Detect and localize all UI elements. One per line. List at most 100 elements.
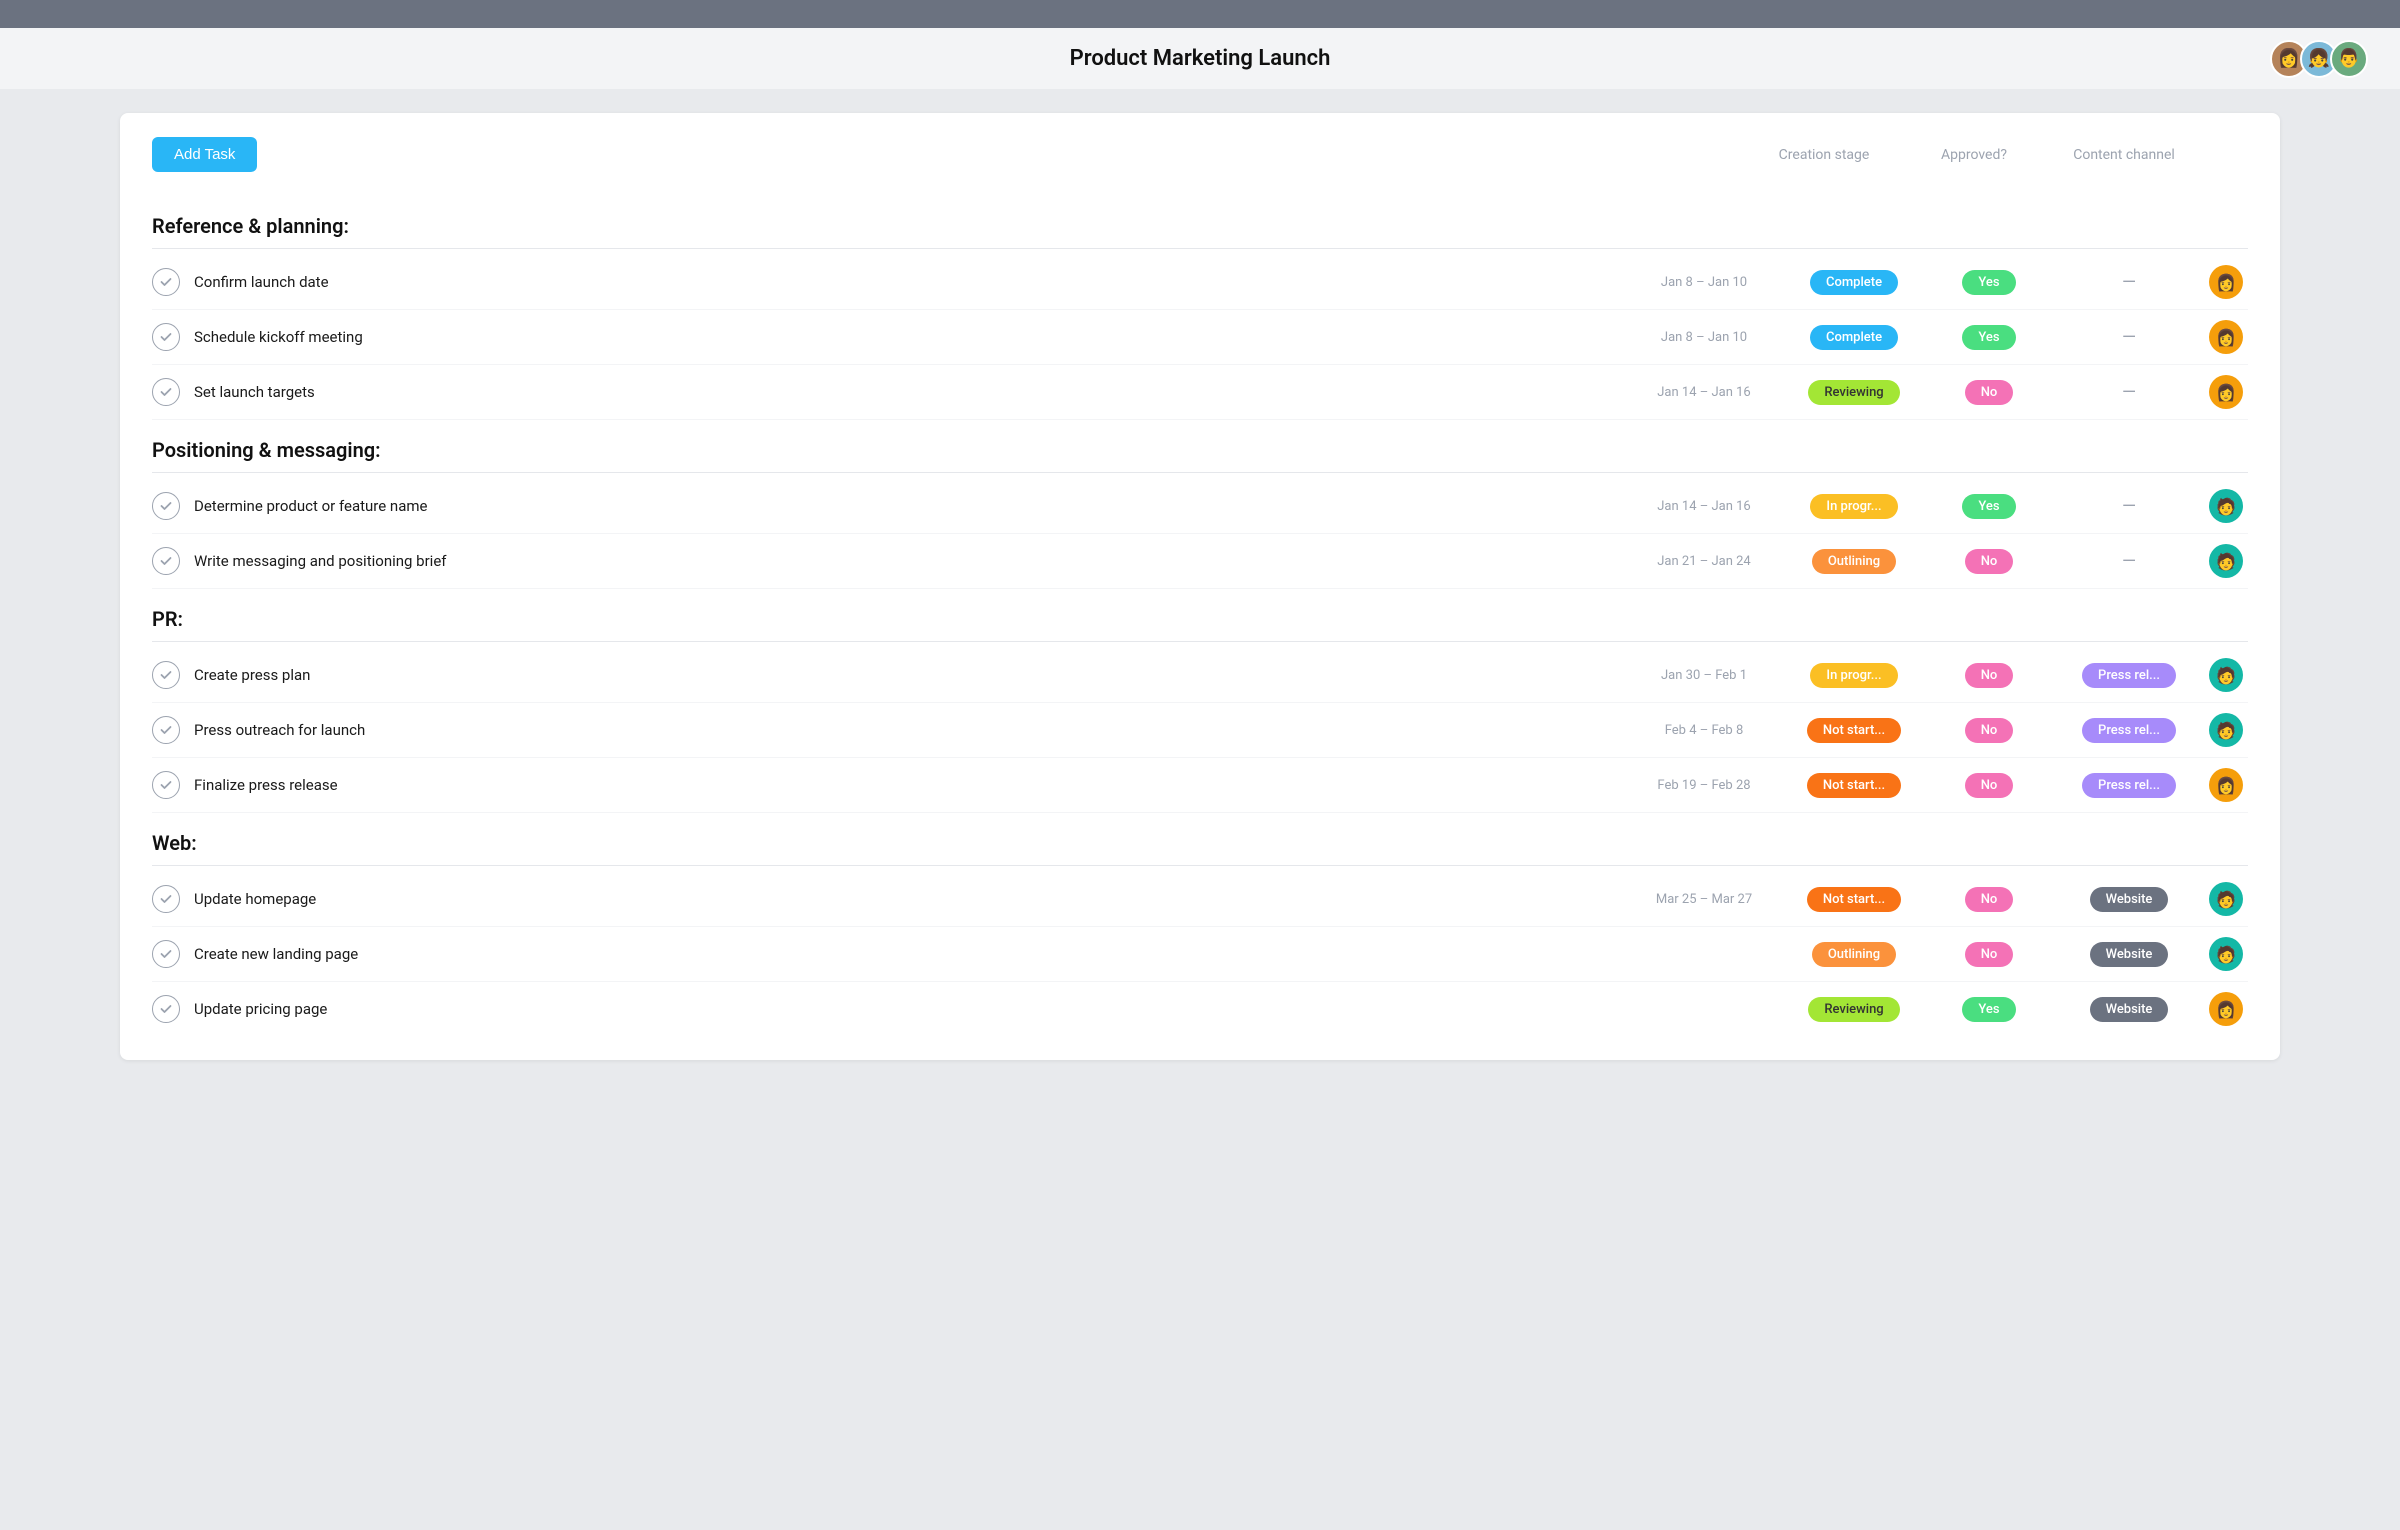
task-avatar[interactable]: 🧑	[2204, 544, 2248, 578]
channel-badge[interactable]: Website	[2090, 887, 2169, 912]
task-check-icon[interactable]	[152, 661, 180, 689]
task-approved[interactable]: No	[1924, 887, 2054, 912]
avatar[interactable]: 🧑	[2209, 489, 2243, 523]
channel-badge[interactable]: Website	[2090, 997, 2169, 1022]
approved-badge[interactable]: No	[1965, 663, 2014, 688]
task-row[interactable]: Create new landing pageOutliningNoWebsit…	[152, 927, 2248, 982]
approved-badge[interactable]: No	[1965, 718, 2014, 743]
task-status[interactable]: Outlining	[1784, 942, 1924, 967]
task-status[interactable]: Not start...	[1784, 718, 1924, 743]
task-channel[interactable]: —	[2054, 551, 2204, 572]
task-channel[interactable]: Press rel...	[2054, 663, 2204, 688]
task-row[interactable]: Create press planJan 30 – Feb 1In progr.…	[152, 648, 2248, 703]
channel-badge[interactable]: Press rel...	[2082, 773, 2176, 798]
status-badge[interactable]: Reviewing	[1808, 997, 1899, 1022]
status-badge[interactable]: Not start...	[1807, 773, 1901, 798]
task-status[interactable]: In progr...	[1784, 494, 1924, 519]
task-row[interactable]: Update pricing pageReviewingYesWebsite👩	[152, 982, 2248, 1036]
avatar[interactable]: 👩	[2209, 320, 2243, 354]
task-row[interactable]: Determine product or feature nameJan 14 …	[152, 479, 2248, 534]
task-status[interactable]: Reviewing	[1784, 997, 1924, 1022]
task-channel[interactable]: —	[2054, 327, 2204, 348]
task-avatar[interactable]: 🧑	[2204, 713, 2248, 747]
approved-badge[interactable]: Yes	[1962, 325, 2015, 350]
status-badge[interactable]: Outlining	[1812, 549, 1896, 574]
task-status[interactable]: Not start...	[1784, 887, 1924, 912]
task-channel[interactable]: —	[2054, 496, 2204, 517]
avatar[interactable]: 🧑	[2209, 658, 2243, 692]
channel-badge[interactable]: Press rel...	[2082, 663, 2176, 688]
status-badge[interactable]: Complete	[1810, 270, 1898, 295]
task-check-icon[interactable]	[152, 268, 180, 296]
task-check-icon[interactable]	[152, 995, 180, 1023]
task-check-icon[interactable]	[152, 940, 180, 968]
avatar[interactable]: 👩	[2209, 992, 2243, 1026]
task-row[interactable]: Finalize press releaseFeb 19 – Feb 28Not…	[152, 758, 2248, 813]
task-status[interactable]: Complete	[1784, 325, 1924, 350]
avatar[interactable]: 👩	[2209, 265, 2243, 299]
avatar[interactable]: 🧑	[2209, 713, 2243, 747]
task-status[interactable]: Not start...	[1784, 773, 1924, 798]
task-approved[interactable]: No	[1924, 549, 2054, 574]
task-avatar[interactable]: 🧑	[2204, 489, 2248, 523]
task-avatar[interactable]: 👩	[2204, 320, 2248, 354]
avatar[interactable]: 👩	[2209, 768, 2243, 802]
task-avatar[interactable]: 👩	[2204, 265, 2248, 299]
status-badge[interactable]: Not start...	[1807, 718, 1901, 743]
task-row[interactable]: Write messaging and positioning briefJan…	[152, 534, 2248, 589]
task-row[interactable]: Set launch targetsJan 14 – Jan 16Reviewi…	[152, 365, 2248, 420]
status-badge[interactable]: In progr...	[1810, 663, 1897, 688]
avatar-3[interactable]: 👨	[2330, 40, 2368, 78]
approved-badge[interactable]: No	[1965, 942, 2014, 967]
task-check-icon[interactable]	[152, 323, 180, 351]
add-task-button[interactable]: Add Task	[152, 137, 257, 172]
approved-badge[interactable]: Yes	[1962, 494, 2015, 519]
approved-badge[interactable]: No	[1965, 773, 2014, 798]
avatar[interactable]: 👩	[2209, 375, 2243, 409]
task-approved[interactable]: No	[1924, 942, 2054, 967]
task-channel[interactable]: —	[2054, 272, 2204, 293]
task-approved[interactable]: No	[1924, 773, 2054, 798]
approved-badge[interactable]: Yes	[1962, 997, 2015, 1022]
status-badge[interactable]: In progr...	[1810, 494, 1897, 519]
task-avatar[interactable]: 👩	[2204, 375, 2248, 409]
task-approved[interactable]: No	[1924, 718, 2054, 743]
task-approved[interactable]: No	[1924, 380, 2054, 405]
task-status[interactable]: Outlining	[1784, 549, 1924, 574]
task-row[interactable]: Press outreach for launchFeb 4 – Feb 8No…	[152, 703, 2248, 758]
task-avatar[interactable]: 👩	[2204, 768, 2248, 802]
task-approved[interactable]: Yes	[1924, 270, 2054, 295]
task-avatar[interactable]: 🧑	[2204, 882, 2248, 916]
task-channel[interactable]: Website	[2054, 887, 2204, 912]
task-channel[interactable]: Press rel...	[2054, 718, 2204, 743]
task-approved[interactable]: No	[1924, 663, 2054, 688]
task-avatar[interactable]: 👩	[2204, 992, 2248, 1026]
task-row[interactable]: Schedule kickoff meetingJan 8 – Jan 10Co…	[152, 310, 2248, 365]
task-avatar[interactable]: 🧑	[2204, 937, 2248, 971]
status-badge[interactable]: Outlining	[1812, 942, 1896, 967]
task-check-icon[interactable]	[152, 492, 180, 520]
status-badge[interactable]: Complete	[1810, 325, 1898, 350]
approved-badge[interactable]: Yes	[1962, 270, 2015, 295]
task-channel[interactable]: —	[2054, 382, 2204, 403]
task-check-icon[interactable]	[152, 378, 180, 406]
approved-badge[interactable]: No	[1965, 549, 2014, 574]
approved-badge[interactable]: No	[1965, 887, 2014, 912]
status-badge[interactable]: Not start...	[1807, 887, 1901, 912]
task-avatar[interactable]: 🧑	[2204, 658, 2248, 692]
task-check-icon[interactable]	[152, 885, 180, 913]
avatar[interactable]: 🧑	[2209, 544, 2243, 578]
channel-badge[interactable]: Website	[2090, 942, 2169, 967]
channel-badge[interactable]: Press rel...	[2082, 718, 2176, 743]
task-status[interactable]: Complete	[1784, 270, 1924, 295]
task-approved[interactable]: Yes	[1924, 494, 2054, 519]
task-status[interactable]: Reviewing	[1784, 380, 1924, 405]
approved-badge[interactable]: No	[1965, 380, 2014, 405]
task-row[interactable]: Confirm launch dateJan 8 – Jan 10Complet…	[152, 255, 2248, 310]
task-channel[interactable]: Press rel...	[2054, 773, 2204, 798]
task-row[interactable]: Update homepageMar 25 – Mar 27Not start.…	[152, 872, 2248, 927]
task-channel[interactable]: Website	[2054, 942, 2204, 967]
task-approved[interactable]: Yes	[1924, 325, 2054, 350]
avatar[interactable]: 🧑	[2209, 882, 2243, 916]
task-check-icon[interactable]	[152, 771, 180, 799]
